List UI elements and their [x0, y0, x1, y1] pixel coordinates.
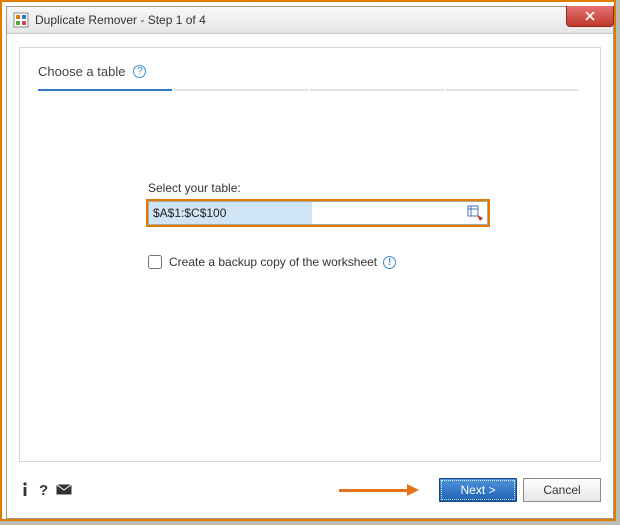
range-input-extent[interactable] [312, 202, 463, 224]
wizard-progress [38, 89, 578, 91]
range-picker-icon [467, 205, 483, 221]
range-input-group [148, 201, 488, 225]
backup-row: Create a backup copy of the worksheet ! [148, 255, 582, 269]
arrow-callout [339, 483, 419, 497]
close-icon [585, 11, 595, 21]
cancel-button[interactable]: Cancel [523, 478, 601, 502]
title-bar[interactable]: Duplicate Remover - Step 1 of 4 [7, 7, 613, 34]
range-picker-button[interactable] [463, 202, 487, 224]
page-heading: Choose a table [38, 64, 125, 79]
window-title: Duplicate Remover - Step 1 of 4 [35, 13, 206, 27]
info-footer-icon[interactable] [19, 482, 31, 499]
mail-footer-icon[interactable] [56, 482, 72, 498]
progress-step-2 [174, 89, 310, 91]
progress-step-3 [310, 89, 446, 91]
highlight-frame: Duplicate Remover - Step 1 of 4 Choose a… [0, 0, 616, 521]
help-footer-icon[interactable]: ? [39, 482, 48, 499]
dialog-body: Choose a table ? Select your table: [19, 47, 601, 462]
help-icon[interactable]: ? [133, 65, 146, 78]
app-icon [13, 12, 29, 28]
backup-label: Create a backup copy of the worksheet [169, 255, 377, 269]
backup-checkbox[interactable] [148, 255, 162, 269]
dialog-footer: ? Next > Cancel [19, 476, 601, 504]
footer-icons: ? [19, 482, 72, 499]
window-close-button[interactable] [566, 6, 614, 27]
range-input[interactable] [149, 202, 312, 224]
next-button[interactable]: Next > [439, 478, 517, 502]
progress-step-4 [38, 91, 172, 93]
heading-row: Choose a table ? [38, 64, 582, 79]
dialog-window: Duplicate Remover - Step 1 of 4 Choose a… [6, 6, 614, 519]
select-table-label: Select your table: [148, 181, 582, 195]
info-icon[interactable]: ! [383, 256, 396, 269]
